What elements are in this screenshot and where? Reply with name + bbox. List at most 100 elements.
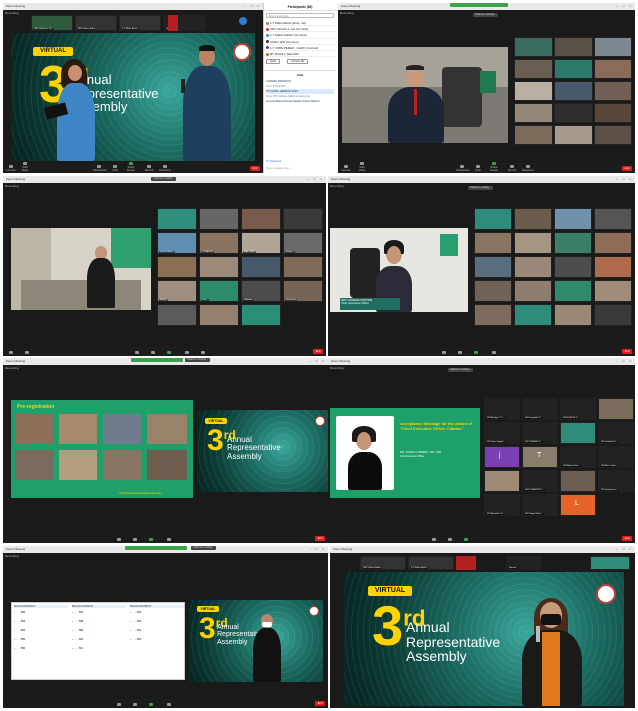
gallery-tile[interactable] xyxy=(283,208,323,230)
gallery-tile[interactable] xyxy=(554,81,593,101)
options-tab[interactable]: Options 1 setting... xyxy=(191,546,216,550)
record-button[interactable] xyxy=(181,351,193,355)
gallery-tile[interactable] xyxy=(514,81,553,101)
gallery-tile[interactable] xyxy=(199,208,239,230)
participants-button[interactable]: Participants xyxy=(93,165,107,172)
gallery-tile[interactable] xyxy=(594,103,632,123)
gallery-tile[interactable] xyxy=(157,208,197,230)
gallery-tile[interactable] xyxy=(241,256,281,278)
gallery-tile[interactable]: 004 Alona Vosa... xyxy=(560,446,596,468)
speaker-tile[interactable]: 1-7 Mabu Bautu xyxy=(119,15,161,31)
record-button[interactable]: Record xyxy=(143,165,155,172)
gallery-tile[interactable]: 005 Gina Sagala... xyxy=(484,422,520,444)
unmute-button[interactable]: Unmute xyxy=(5,165,17,172)
reactions-button[interactable] xyxy=(197,351,209,355)
gallery-tile[interactable]: CORAZON xyxy=(199,232,239,254)
speaker-tile[interactable]: 1-7 Mabu Bautu xyxy=(408,556,454,570)
gallery-tile[interactable] xyxy=(560,422,596,444)
share-screen-button[interactable]: Share Screen xyxy=(125,162,137,172)
gallery-tile[interactable] xyxy=(157,256,197,278)
gallery-tile[interactable] xyxy=(594,280,632,302)
gallery-tile[interactable] xyxy=(474,232,512,254)
options-tab[interactable]: Options 1 setting... xyxy=(448,368,473,372)
window-controls[interactable]: – □ × xyxy=(244,3,261,10)
gallery-tile[interactable]: Rolando xyxy=(241,280,281,302)
record-button[interactable]: Record xyxy=(506,165,518,172)
share-screen-button[interactable] xyxy=(145,538,157,542)
end-button[interactable]: End xyxy=(250,166,260,171)
gallery-tile[interactable]: j xyxy=(484,446,520,468)
gallery-tile[interactable] xyxy=(594,208,632,230)
gallery-tile[interactable] xyxy=(241,208,281,230)
share-screen-button[interactable] xyxy=(163,351,175,355)
participants-button[interactable] xyxy=(113,703,125,707)
share-screen-button[interactable] xyxy=(460,538,472,542)
speaker-tile[interactable]: VRV Victoria L. G... xyxy=(31,15,73,31)
gallery-tile[interactable] xyxy=(594,81,632,101)
gallery-tile[interactable]: L xyxy=(560,494,596,516)
chat-to-selector[interactable]: To: Everyone xyxy=(266,160,281,163)
gallery-tile[interactable] xyxy=(514,37,553,57)
gallery-tile[interactable]: Jessa Villarn... xyxy=(157,232,197,254)
gallery-tile[interactable] xyxy=(241,304,281,326)
speaker-tile[interactable]: WW Jefeus Balan xyxy=(75,15,117,31)
gallery-tile[interactable] xyxy=(554,125,593,145)
gallery-tile[interactable]: 001 Soledad S. ... xyxy=(598,422,634,444)
gallery-tile[interactable] xyxy=(554,59,593,79)
gallery-tile[interactable] xyxy=(514,208,552,230)
end-button[interactable]: End xyxy=(622,536,632,541)
speaker-tile[interactable]: Spinner xyxy=(506,556,542,570)
gallery-tile[interactable] xyxy=(474,304,512,326)
gallery-tile[interactable] xyxy=(474,208,512,230)
gallery-tile[interactable]: Marivic xyxy=(157,280,197,302)
options-tab[interactable]: Options 1 setting... xyxy=(185,358,210,362)
participants-button[interactable] xyxy=(438,351,450,355)
gallery-tile[interactable]: 001 josephine e... xyxy=(598,470,634,492)
gallery-tile[interactable] xyxy=(598,398,634,420)
chat-button[interactable]: Chat xyxy=(472,165,484,172)
gallery-tile[interactable] xyxy=(514,304,552,326)
gallery-tile[interactable] xyxy=(554,280,592,302)
options-tab[interactable]: Options 1 setting... xyxy=(473,13,498,17)
gallery-tile[interactable] xyxy=(474,280,512,302)
gallery-tile[interactable] xyxy=(560,470,596,492)
gallery-tile[interactable]: 004 CORAZON T... xyxy=(522,470,558,492)
gallery-tile[interactable] xyxy=(554,256,592,278)
share-screen-button[interactable] xyxy=(145,703,157,707)
gallery-tile[interactable] xyxy=(157,304,197,326)
gallery-tile[interactable] xyxy=(594,304,632,326)
gallery-tile[interactable] xyxy=(554,37,593,57)
invite-button[interactable]: Invite xyxy=(266,59,281,65)
chat-input[interactable]: Type message here... xyxy=(266,167,291,170)
record-button[interactable] xyxy=(163,703,175,707)
unmute-button[interactable] xyxy=(5,351,17,355)
chat-button[interactable] xyxy=(454,351,466,355)
gallery-tile[interactable]: T xyxy=(522,446,558,468)
unmute-me-button[interactable]: Unmute Me xyxy=(287,59,309,65)
gallery-tile[interactable]: Evelyn... xyxy=(283,232,323,254)
reactions-button[interactable]: Reactions xyxy=(522,165,534,172)
gallery-tile[interactable] xyxy=(594,125,632,145)
gallery-tile[interactable] xyxy=(199,256,239,278)
gallery-tile[interactable]: 010 Annabel Co... xyxy=(484,494,520,516)
gallery-tile[interactable]: 004 Arselyn T. C... xyxy=(484,398,520,420)
gallery-tile[interactable] xyxy=(514,280,552,302)
participants-button[interactable] xyxy=(428,538,440,542)
speaker-tile[interactable]: VRV Jefeus Balan xyxy=(360,556,406,570)
options-tab[interactable]: Options 1 setting... xyxy=(151,177,176,181)
chat-button[interactable] xyxy=(444,538,456,542)
gallery-tile[interactable] xyxy=(514,125,553,145)
gallery-tile[interactable] xyxy=(514,59,553,79)
end-button[interactable]: End xyxy=(313,349,323,354)
record-button[interactable] xyxy=(488,351,500,355)
gallery-tile[interactable]: 001 PLEASE Q... xyxy=(522,422,558,444)
gallery-tile[interactable]: 004 Mo. Lenko... xyxy=(598,446,634,468)
reactions-button[interactable]: Reactions xyxy=(159,165,171,172)
gallery-tile[interactable]: 004 ELEONI C... xyxy=(560,398,596,420)
gallery-tile[interactable] xyxy=(594,256,632,278)
gallery-tile[interactable] xyxy=(554,208,592,230)
gallery-tile[interactable]: Roy Serno xyxy=(283,280,323,302)
gallery-tile[interactable]: Lina... xyxy=(199,280,239,302)
end-button[interactable]: End xyxy=(622,166,632,171)
gallery-tile[interactable] xyxy=(514,103,553,123)
